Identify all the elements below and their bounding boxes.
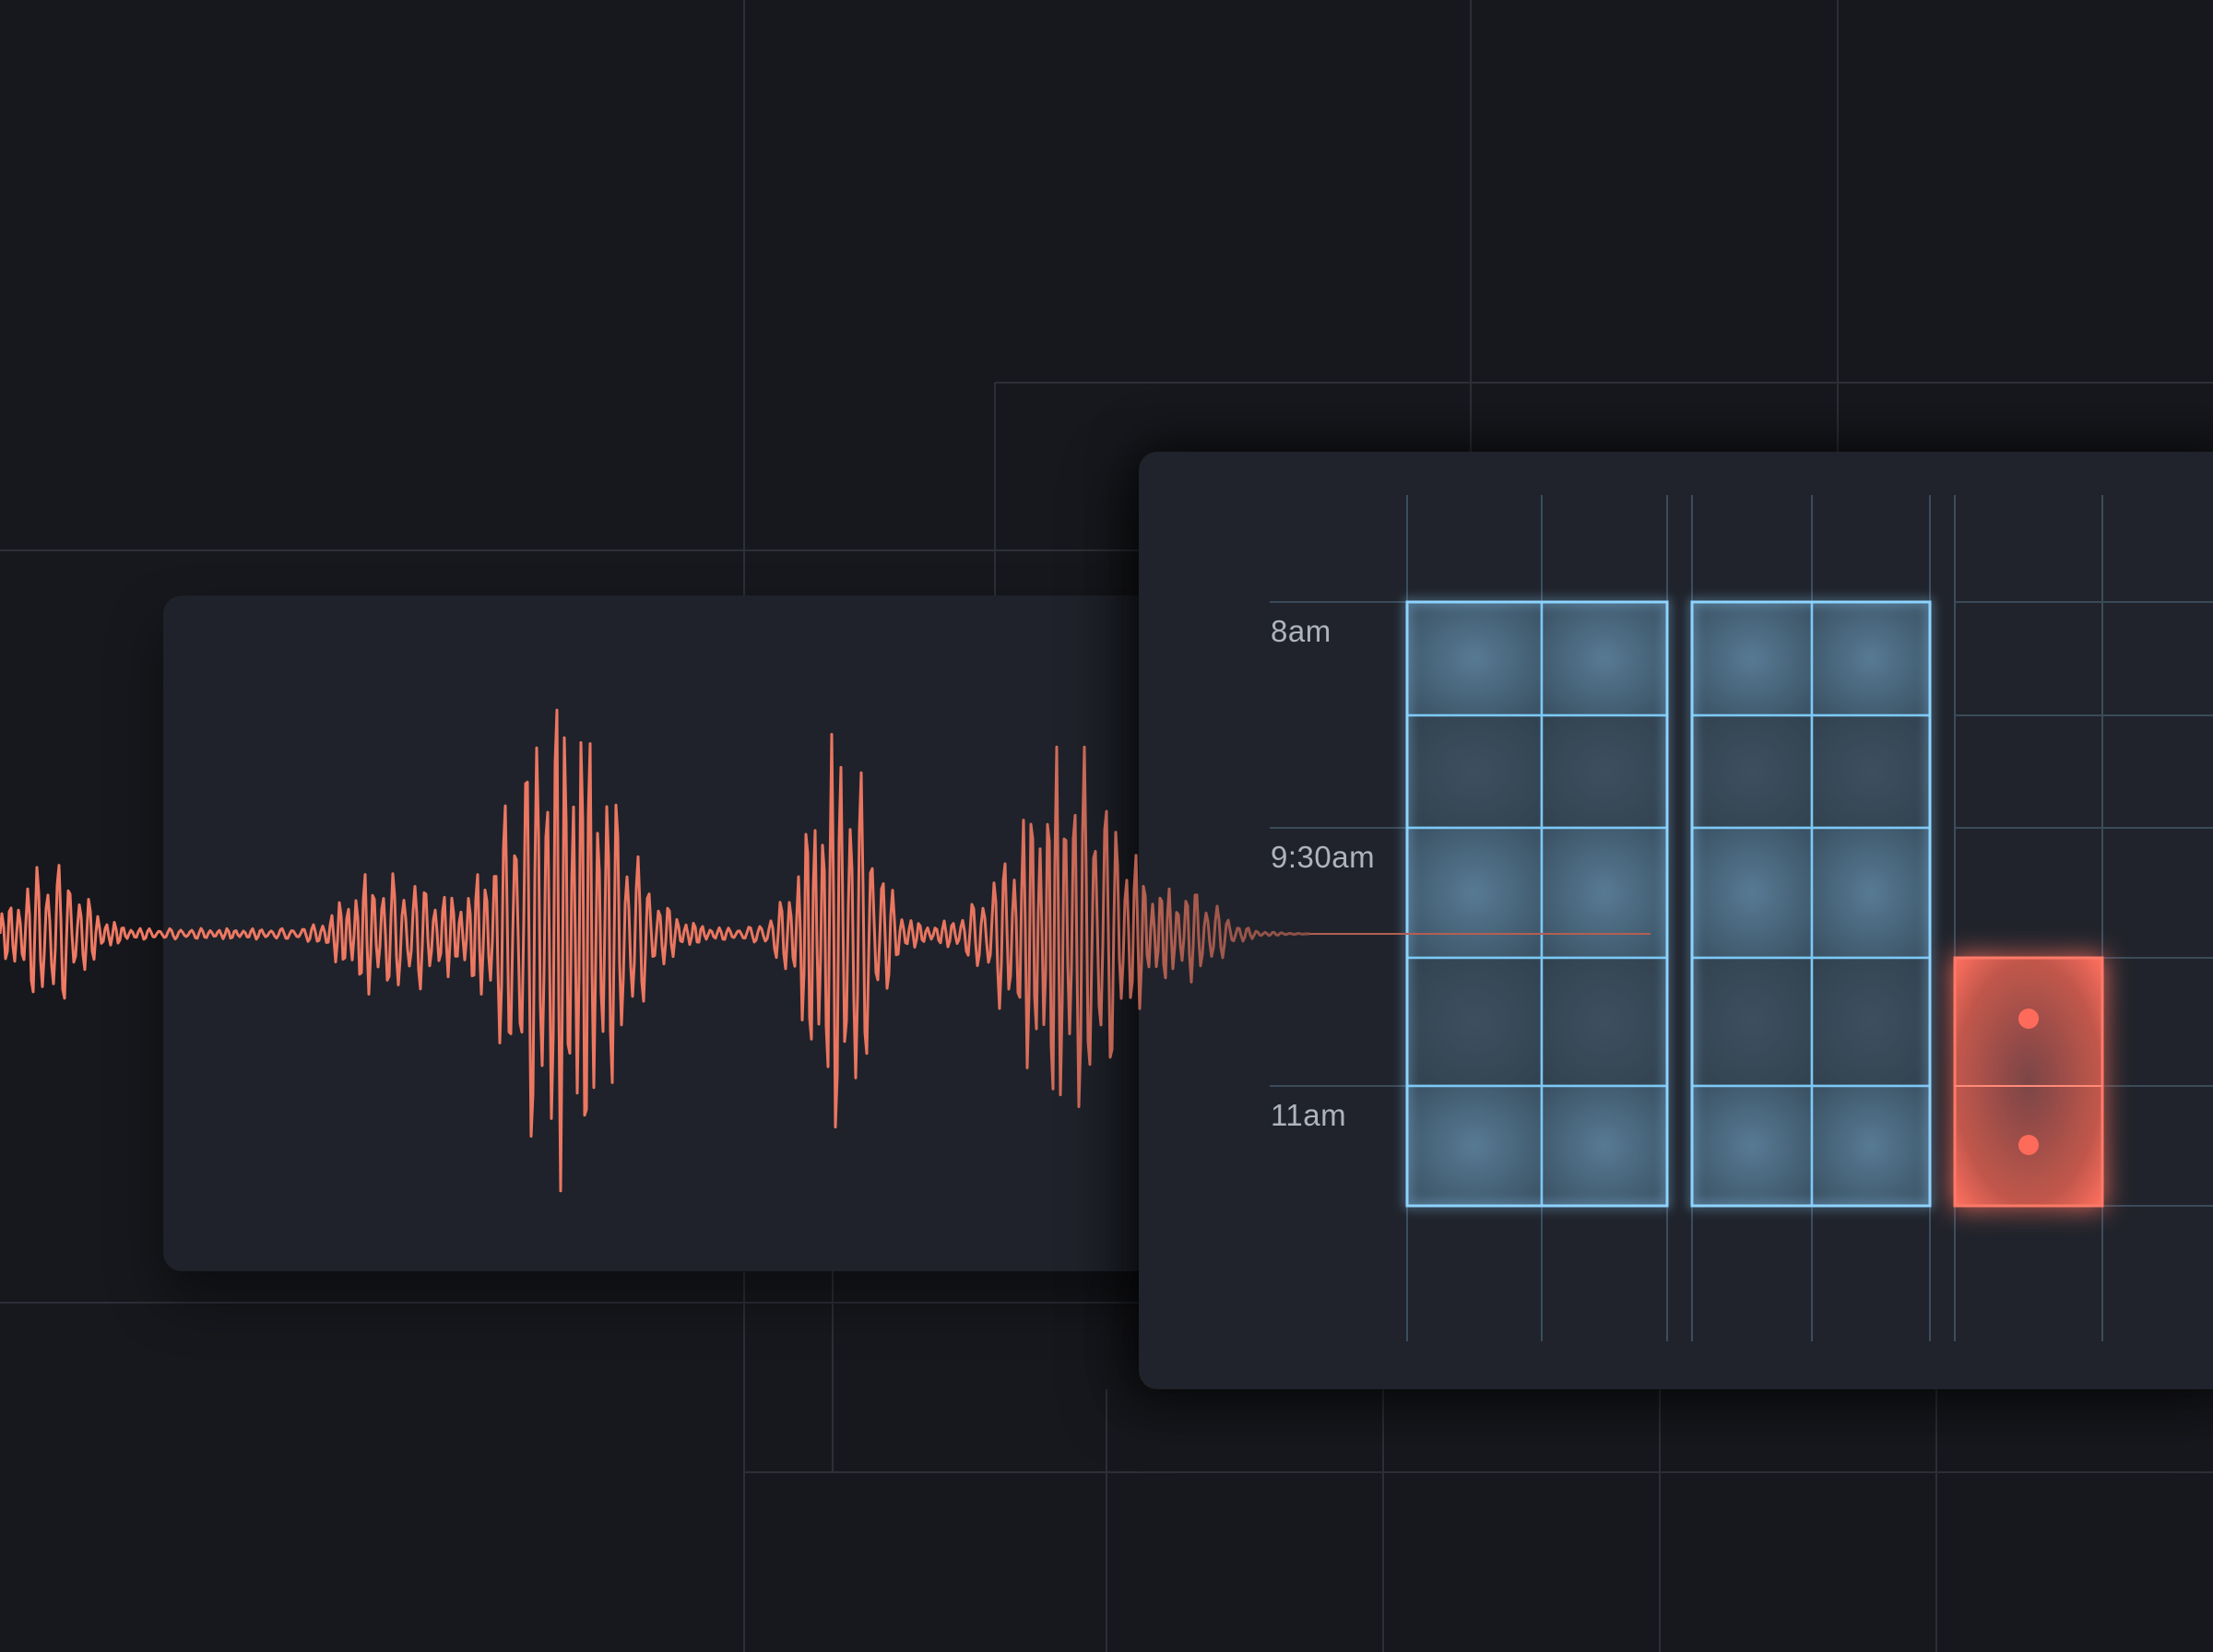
time-label-930am: 9:30am [1271,840,1376,874]
schedule-card [1139,452,2213,1389]
time-label-8am: 8am [1271,614,1331,648]
time-label-11am: 11am [1271,1098,1347,1132]
hero-illustration: 8am 9:30am 11am [0,0,2213,1652]
